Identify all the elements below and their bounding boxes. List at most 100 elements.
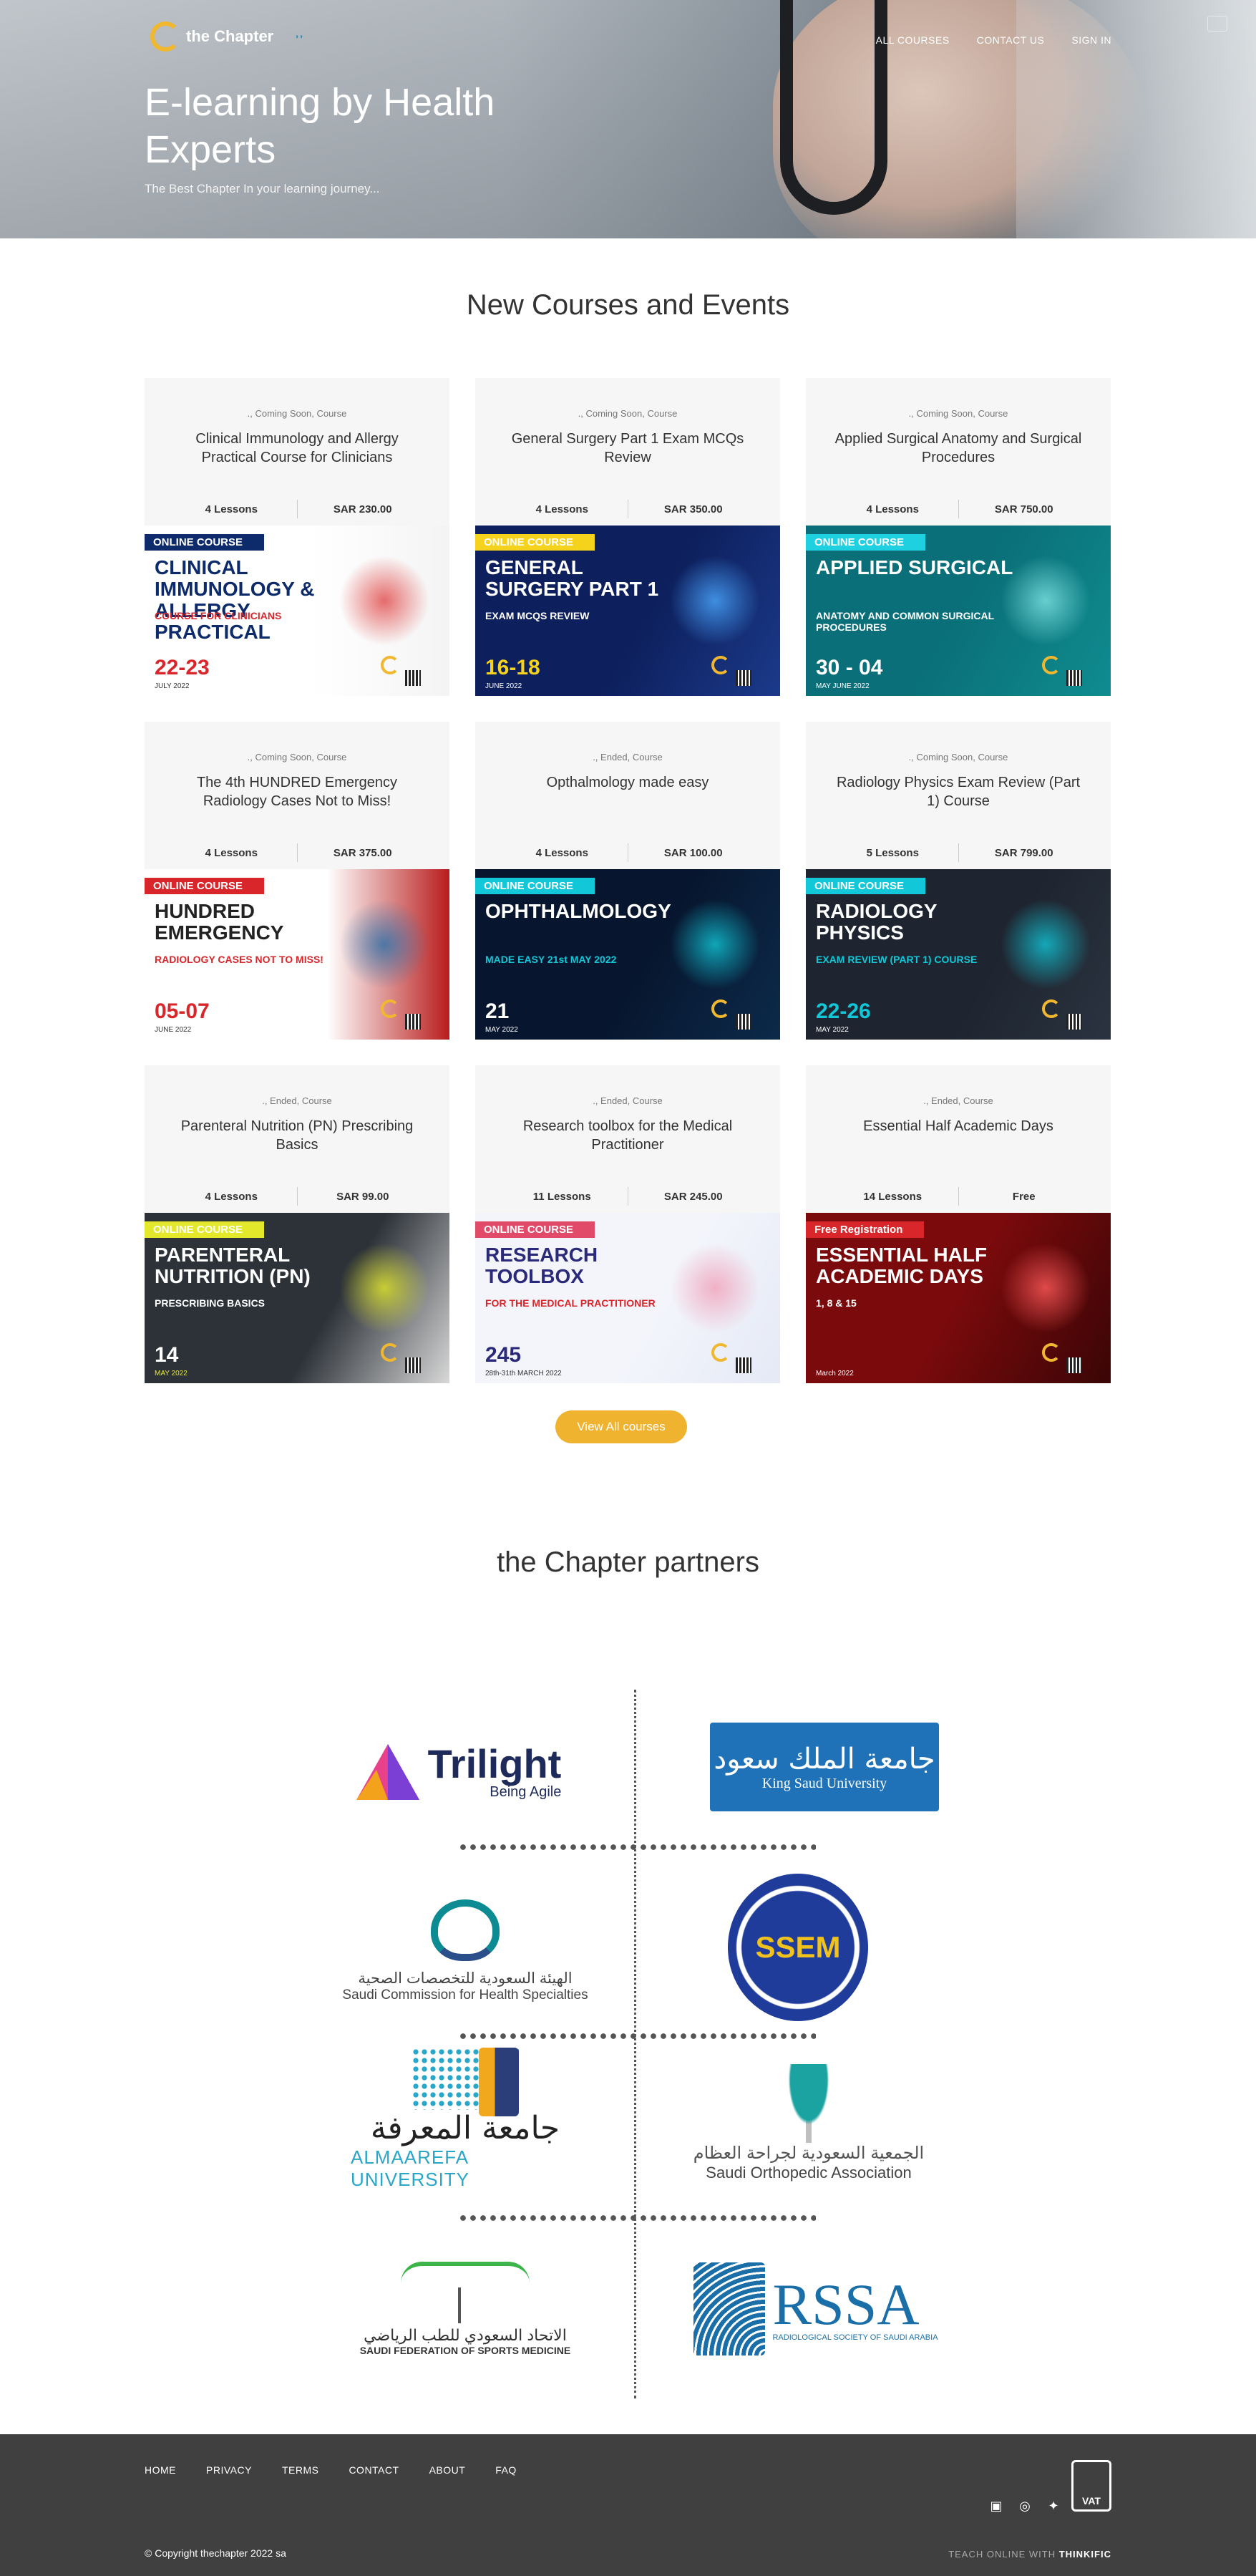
course-card[interactable]: ., Ended, Course Parenteral Nutrition (P… — [145, 1065, 449, 1383]
banner-headline: APPLIED SURGICAL — [816, 556, 1013, 578]
partner-scfhs[interactable]: الهيئة السعودية للتخصصات الصحية Saudi Co… — [322, 1890, 608, 2012]
qr-code-icon — [405, 1357, 421, 1373]
course-stats: 4 Lessons SAR 230.00 — [166, 500, 428, 518]
footer-link-contact[interactable]: CONTACT — [349, 2464, 399, 2476]
banner-tag: ONLINE COURSE — [145, 1221, 265, 1238]
partner-tagline: Being Agile — [490, 1783, 562, 1800]
trilight-logo-icon — [356, 1744, 419, 1800]
banner-date-extra: MAY 2022 — [816, 1026, 849, 1034]
partner-king-saud-university[interactable]: جامعة الملك سعود King Saud University — [710, 1723, 939, 1811]
banner-date-extra: JULY 2022 — [155, 682, 190, 690]
chapter-logo-icon — [1042, 1343, 1061, 1362]
course-banner-image[interactable]: ONLINE COURSE RADIOLOGY PHYSICS EXAM REV… — [806, 869, 1111, 1040]
course-price: SAR 375.00 — [333, 846, 392, 859]
footer-link-about[interactable]: ABOUT — [429, 2464, 466, 2476]
qr-code-icon — [1066, 1014, 1082, 1030]
course-banner-image[interactable]: ONLINE COURSE HUNDRED EMERGENCY RADIOLOG… — [145, 869, 449, 1040]
course-card[interactable]: ., Ended, Course Research toolbox for th… — [475, 1065, 780, 1383]
partner-saudi-orthopedic-association[interactable]: الجمعية السعودية لجراحة العظام Saudi Ort… — [680, 2055, 938, 2191]
course-grid: ., Coming Soon, Course Clinical Immunolo… — [145, 378, 1111, 1383]
scfhs-logo-icon — [431, 1899, 500, 1961]
nav-contact-us[interactable]: CONTACT US — [977, 34, 1045, 46]
banner-headline: RADIOLOGY PHYSICS — [816, 900, 938, 944]
partner-name: Trilight — [427, 1740, 562, 1786]
partner-tagline: جامعة المعرفة — [370, 2110, 560, 2146]
qr-code-icon — [736, 1014, 751, 1030]
footer-link-home[interactable]: HOME — [145, 2464, 176, 2476]
partner-rssa[interactable]: RSSA RADIOLOGICAL SOCIETY OF SAUDI ARABI… — [673, 2255, 959, 2363]
course-title[interactable]: Clinical Immunology and Allergy Practica… — [173, 430, 421, 467]
course-card[interactable]: ., Coming Soon, Course Radiology Physics… — [806, 722, 1111, 1040]
banner-subline: FOR THE MEDICAL PRACTITIONER — [485, 1297, 656, 1309]
banner-headline: GENERAL SURGERY PART 1 — [485, 556, 659, 600]
footer-link-terms[interactable]: TERMS — [282, 2464, 319, 2476]
course-banner-image[interactable]: ONLINE COURSE RESEARCH TOOLBOX FOR THE M… — [475, 1213, 780, 1383]
banner-tag: ONLINE COURSE — [806, 534, 926, 551]
footer-link-faq[interactable]: FAQ — [495, 2464, 517, 2476]
chapter-logo-icon — [381, 1343, 399, 1362]
banner-date-extra: MAY 2022 — [485, 1026, 518, 1034]
course-banner-image[interactable]: ONLINE COURSE APPLIED SURGICAL ANATOMY A… — [806, 526, 1111, 696]
course-stats: 14 Lessons Free — [827, 1187, 1089, 1206]
banner-date-extra: MAY 2022 — [155, 1370, 188, 1377]
course-lessons: 4 Lessons — [866, 503, 919, 515]
course-banner-image[interactable]: ONLINE COURSE GENERAL SURGERY PART 1 EXA… — [475, 526, 780, 696]
course-banner-image[interactable]: ONLINE COURSE PARENTERAL NUTRITION (PN) … — [145, 1213, 449, 1383]
course-stats: 4 Lessons SAR 350.00 — [497, 500, 759, 518]
twitter-icon[interactable]: ✦ — [1046, 2499, 1061, 2514]
course-meta: ., Coming Soon, Course — [578, 408, 678, 419]
banner-date: 05-07 — [155, 999, 210, 1023]
partner-almaarefa-university[interactable]: جامعة المعرفة ALMAAREFA UNIVERSITY — [351, 2048, 580, 2191]
footer-link-privacy[interactable]: PRIVACY — [206, 2464, 252, 2476]
chapter-logo-icon — [150, 21, 180, 52]
partner-ssem[interactable]: SSEM — [723, 1869, 873, 2026]
social-links: ▣ ◎ ✦ — [988, 2499, 1061, 2514]
instagram-icon[interactable]: ◎ — [1017, 2499, 1033, 2514]
course-price: SAR 100.00 — [663, 846, 723, 859]
course-banner-image[interactable]: Free Registration ESSENTIAL HALF ACADEMI… — [806, 1213, 1111, 1383]
course-card[interactable]: ., Coming Soon, Course General Surgery P… — [475, 378, 780, 696]
banner-date: 16-18 — [485, 656, 540, 679]
banner-headline: CLINICAL IMMUNOLOGY & ALLERGY PRACTICAL — [155, 556, 315, 643]
course-title[interactable]: Radiology Physics Exam Review (Part 1) C… — [834, 773, 1082, 810]
nav-all-courses[interactable]: ALL COURSES — [876, 34, 950, 46]
chapter-logo-icon — [711, 1343, 730, 1362]
thinkific-brand: THINKIFIC — [1058, 2549, 1111, 2560]
top-nav: ALL COURSES CONTACT US SIGN IN — [876, 34, 1111, 46]
qr-code-icon — [1066, 670, 1082, 686]
course-title[interactable]: Essential Half Academic Days — [834, 1117, 1082, 1136]
course-banner-image[interactable]: ONLINE COURSE CLINICAL IMMUNOLOGY & ALLE… — [145, 526, 449, 696]
course-banner-image[interactable]: ONLINE COURSE OPHTHALMOLOGY MADE EASY 21… — [475, 869, 780, 1040]
facebook-icon[interactable]: ▣ — [988, 2499, 1004, 2514]
chapter-logo-icon — [381, 999, 399, 1018]
course-title[interactable]: The 4th HUNDRED Emergency Radiology Case… — [173, 773, 421, 810]
sports-medicine-logo-icon — [401, 2262, 530, 2326]
nav-sign-in[interactable]: SIGN IN — [1071, 34, 1111, 46]
course-lessons: 4 Lessons — [535, 503, 588, 515]
thinkific-credit[interactable]: TEACH ONLINE WITH THINKIFIC — [948, 2549, 1111, 2560]
course-title[interactable]: Parenteral Nutrition (PN) Prescribing Ba… — [173, 1117, 421, 1154]
course-card[interactable]: ., Ended, Course Essential Half Academic… — [806, 1065, 1111, 1383]
chapter-logo-icon — [1042, 656, 1061, 674]
partner-saudi-federation-sports-medicine[interactable]: الاتحاد السعودي للطب الرياضي SAUDI FEDER… — [344, 2241, 587, 2377]
banner-date: 22-23 — [155, 656, 210, 679]
rssa-logo-icon — [693, 2262, 766, 2355]
view-all-courses-button[interactable]: View All courses — [555, 1410, 687, 1443]
course-card[interactable]: ., Coming Soon, Course Clinical Immunolo… — [145, 378, 449, 696]
course-title[interactable]: Research toolbox for the Medical Practit… — [504, 1117, 751, 1154]
partner-name: SAUDI FEDERATION OF SPORTS MEDICINE — [359, 2345, 571, 2356]
course-title[interactable]: Opthalmology made easy — [504, 773, 751, 792]
course-title[interactable]: Applied Surgical Anatomy and Surgical Pr… — [834, 430, 1082, 467]
partner-trilight[interactable]: Trilight Being Agile — [336, 1725, 580, 1819]
chapter-logo-icon — [711, 999, 730, 1018]
course-card[interactable]: ., Coming Soon, Course The 4th HUNDRED E… — [145, 722, 449, 1040]
course-price: SAR 230.00 — [333, 503, 392, 515]
course-meta: ., Ended, Course — [923, 1095, 993, 1106]
course-meta: ., Coming Soon, Course — [908, 752, 1008, 762]
course-title[interactable]: General Surgery Part 1 Exam MCQs Review — [504, 430, 751, 467]
course-card[interactable]: ., Coming Soon, Course Applied Surgical … — [806, 378, 1111, 696]
banner-date: 14 — [155, 1343, 179, 1367]
course-card[interactable]: ., Ended, Course Opthalmology made easy … — [475, 722, 780, 1040]
partner-name: SSEM — [728, 1874, 868, 2021]
site-logo[interactable]: the Chapter ◗◗ — [150, 21, 335, 52]
